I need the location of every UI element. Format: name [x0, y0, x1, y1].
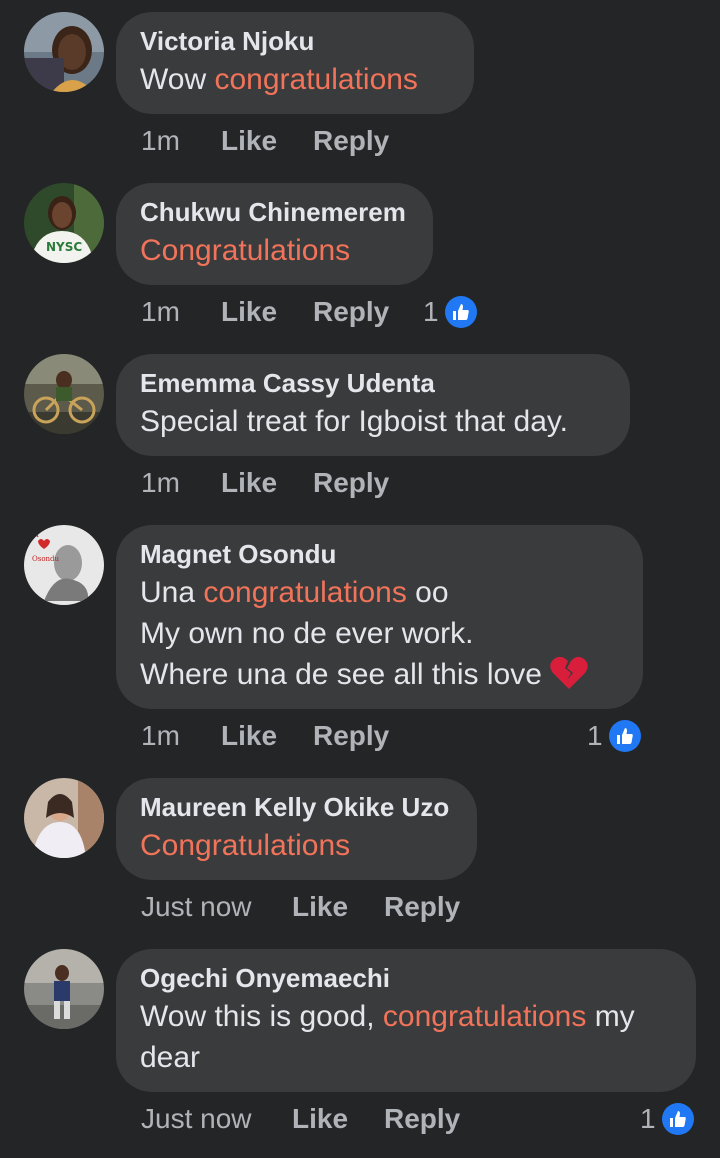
broken-heart-icon: [550, 656, 589, 701]
comment-actions: Just now Like Reply: [141, 1099, 460, 1139]
reaction-count: 1: [640, 1103, 656, 1134]
comment-author[interactable]: Ememma Cassy Udenta: [140, 368, 606, 398]
reply-button[interactable]: Reply: [313, 716, 389, 756]
comment-author[interactable]: Victoria Njoku: [140, 26, 450, 56]
comment-text-highlight: congratulations: [214, 63, 418, 96]
avatar[interactable]: NYSC: [24, 183, 104, 263]
reaction-summary[interactable]: 1: [587, 716, 641, 756]
comment-text-line: My own no de ever work.: [140, 617, 474, 650]
comment-bubble: Maureen Kelly Okike Uzo Congratulations: [116, 778, 477, 880]
comment-time[interactable]: 1m: [141, 716, 221, 756]
comment-text-plain: oo: [406, 576, 449, 609]
comment-text-line: Wow this is good, congratulations my: [140, 996, 672, 1037]
comment-actions: 1m Like Reply: [141, 716, 389, 756]
reply-button[interactable]: Reply: [313, 463, 389, 503]
comment-text: Una congratulations oo My own no de ever…: [140, 572, 619, 701]
comment-text-plain: Una: [140, 576, 204, 609]
like-thumb-icon: [661, 1103, 694, 1135]
comment-actions: Just now Like Reply: [141, 887, 460, 927]
avatar[interactable]: I Osondu: [24, 525, 104, 605]
like-thumb-icon: [444, 296, 477, 328]
comment-text: Congratulations: [140, 230, 409, 271]
svg-text:NYSC: NYSC: [46, 240, 82, 254]
comment-author[interactable]: Chukwu Chinemerem: [140, 197, 409, 227]
svg-text:Osondu: Osondu: [32, 555, 60, 563]
like-button[interactable]: Like: [292, 887, 384, 927]
like-button[interactable]: Like: [292, 1099, 384, 1139]
comment-time[interactable]: Just now: [141, 887, 292, 927]
comment-bubble: Victoria Njoku Wow congratulations: [116, 12, 474, 114]
svg-text:I: I: [36, 530, 39, 539]
comment-text-highlight: Congratulations: [140, 234, 351, 267]
reply-button[interactable]: Reply: [313, 121, 389, 161]
comment-actions: 1m Like Reply: [141, 292, 389, 332]
comment-time[interactable]: Just now: [141, 1099, 292, 1139]
comment-text-highlight: congratulations: [382, 1000, 587, 1033]
reaction-count: 1: [423, 296, 439, 327]
reply-button[interactable]: Reply: [384, 1099, 460, 1139]
comment-bubble: Ogechi Onyemaechi Wow this is good, cong…: [116, 949, 696, 1092]
comment-text-plain: Wow this is good,: [140, 1000, 383, 1033]
comment-text: Wow this is good, congratulations my dea…: [140, 996, 672, 1078]
comment-author[interactable]: Maureen Kelly Okike Uzo: [140, 792, 453, 822]
reaction-summary[interactable]: 1: [640, 1099, 694, 1139]
comment-bubble: Chukwu Chinemerem Congratulations: [116, 183, 433, 285]
comment-time[interactable]: 1m: [141, 292, 221, 332]
comment-actions: 1m Like Reply: [141, 121, 389, 161]
comment-text: Special treat for Igboist that day.: [140, 405, 569, 438]
like-button[interactable]: Like: [221, 716, 313, 756]
reply-button[interactable]: Reply: [313, 292, 389, 332]
comment-text-plain: Wow: [140, 63, 215, 96]
avatar[interactable]: [24, 778, 104, 858]
like-button[interactable]: Like: [221, 121, 313, 161]
comment-text-highlight: Congratulations: [140, 829, 351, 862]
avatar[interactable]: [24, 12, 104, 92]
comment-time[interactable]: 1m: [141, 121, 221, 161]
comment-actions: 1m Like Reply: [141, 463, 389, 503]
comment-text-plain: Where una de see all this love: [140, 658, 542, 691]
comment-text-plain: my: [586, 1000, 635, 1033]
comment-text-line: Una congratulations oo: [140, 572, 619, 613]
comment-text-line: dear: [140, 1041, 201, 1074]
comment-time[interactable]: 1m: [141, 463, 221, 503]
avatar[interactable]: [24, 949, 104, 1029]
reaction-summary[interactable]: 1: [423, 292, 477, 332]
comment-bubble: Magnet Osondu Una congratulations oo My …: [116, 525, 643, 709]
comment-text: Congratulations: [140, 825, 453, 866]
comment-text-line: Where una de see all this love: [140, 654, 619, 701]
comment-text: Wow congratulations: [140, 59, 450, 100]
comment-author[interactable]: Magnet Osondu: [140, 539, 619, 569]
like-button[interactable]: Like: [221, 463, 313, 503]
like-button[interactable]: Like: [221, 292, 313, 332]
comment-text-highlight: congratulations: [203, 576, 407, 609]
reply-button[interactable]: Reply: [384, 887, 460, 927]
reaction-count: 1: [587, 720, 603, 751]
comment-author[interactable]: Ogechi Onyemaechi: [140, 963, 672, 993]
comment-bubble: Ememma Cassy Udenta Special treat for Ig…: [116, 354, 630, 456]
avatar[interactable]: [24, 354, 104, 434]
like-thumb-icon: [608, 720, 641, 752]
